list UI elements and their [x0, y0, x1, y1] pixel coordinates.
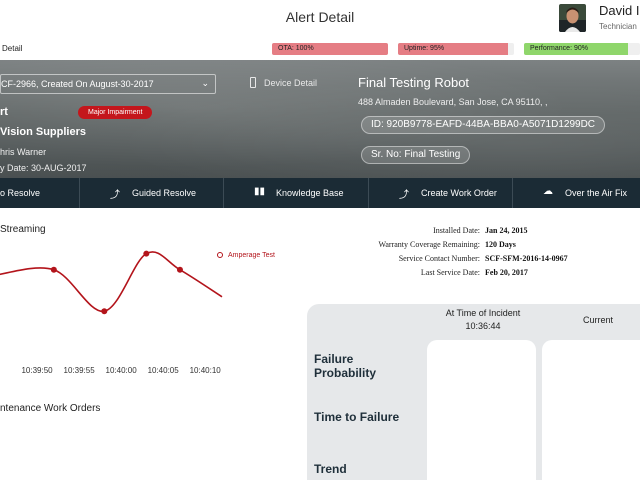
cloud-icon: ☁ [543, 186, 553, 197]
x-tick-label: 10:40:05 [148, 366, 180, 375]
user-role: Technician [599, 22, 637, 31]
kpi-uptime: Uptime: 95% [398, 43, 514, 55]
wrench-icon: ⤴ [399, 190, 409, 201]
page-title: Alert Detail [285, 9, 355, 25]
case-selector[interactable]: CF-2966, Created On August-30-2017 ⌄ [0, 74, 216, 94]
streaming-title: Streaming [0, 224, 46, 235]
details-key: Warranty Coverage Remaining: [378, 240, 480, 249]
guided-resolve-button[interactable]: ⤴ Guided Resolve [80, 178, 224, 208]
create-work-order-label: Create Work Order [421, 188, 497, 198]
data-point[interactable] [176, 266, 183, 273]
incident-values-card [427, 340, 536, 480]
user-name[interactable]: David I [599, 3, 639, 18]
over-the-air-fix-label: Over the Air Fix [565, 188, 628, 198]
device-id-pill: ID: 920B9778-EAFD-44BA-BBA0-A5071D1299DC [361, 116, 606, 134]
details-row: Service Contact Number: SCF-SFM-2016-14-… [330, 254, 630, 266]
details-row: Last Service Date: Feb 20, 2017 [330, 268, 630, 280]
case-selector-value: CF-2966, Created On August-30-2017 [1, 79, 154, 89]
device-detail-link[interactable]: Device Detail [250, 77, 317, 88]
kpi-ota: OTA: 100% [272, 43, 388, 55]
over-the-air-fix-button[interactable]: ☁ Over the Air Fix [513, 178, 640, 208]
details-key: Installed Date: [433, 226, 480, 235]
create-work-order-button[interactable]: ⤴ Create Work Order [369, 178, 513, 208]
series-line-amperage-test [0, 251, 223, 313]
metric-trend: Trend [314, 462, 347, 476]
severity-badge: Major Impairment [78, 106, 153, 119]
metric-time-to-failure: Time to Failure [314, 410, 400, 424]
details-key: Last Service Date: [420, 268, 480, 277]
incident-time-value: 10:36:44 [465, 321, 501, 331]
x-tick-label: 10:39:55 [64, 366, 96, 375]
kpi-strip: Detail OTA: 100% Uptime: 95% Performance… [0, 40, 640, 60]
data-point[interactable] [50, 266, 57, 273]
details-value: Jan 24, 2015 [485, 226, 528, 235]
details-value: SCF-SFM-2016-14-0967 [485, 254, 568, 263]
knowledge-base-button[interactable]: ▮▮ Knowledge Base [224, 178, 369, 208]
data-point[interactable] [101, 308, 108, 315]
details-value: 120 Days [485, 240, 516, 249]
top-header: Alert Detail David I Technician [0, 0, 640, 40]
due-date: y Date: 30-AUG-2017 [0, 163, 87, 173]
x-tick-label: 10:40:10 [190, 366, 222, 375]
current-values-card [542, 340, 640, 480]
details-row: Installed Date: Jan 24, 2015 [330, 226, 630, 238]
legend-label: Amperage Test [228, 252, 275, 259]
details-value: Feb 20, 2017 [485, 268, 528, 277]
alert-hero: CF-2966, Created On August-30-2017 ⌄ Dev… [0, 60, 640, 178]
resolve-button[interactable]: o Resolve [0, 178, 80, 208]
knowledge-base-label: Knowledge Base [276, 188, 344, 198]
device-detail-label: Device Detail [264, 78, 318, 88]
supplier-name: Vision Suppliers [0, 126, 86, 138]
current-header: Current [582, 315, 613, 325]
device-address: 488 Almaden Boulevard, San Jose, CA 9511… [358, 97, 548, 107]
resolve-label: o Resolve [0, 188, 41, 198]
detail-link[interactable]: Detail [2, 44, 22, 53]
guided-resolve-label: Guided Resolve [132, 188, 197, 198]
action-bar: o Resolve ⤴ Guided Resolve ▮▮ Knowledge … [0, 178, 640, 208]
details-row: Warranty Coverage Remaining: 120 Days [330, 240, 630, 252]
kpi-ota-label: OTA: 100% [278, 45, 314, 52]
x-tick-label: 10:40:00 [106, 366, 138, 375]
assigned-person: hris Warner [0, 147, 47, 157]
chevron-down-icon: ⌄ [201, 78, 209, 88]
serial-number-pill: Sr. No: Final Testing [361, 146, 471, 164]
details-key: Service Contact Number: [398, 254, 480, 263]
kpi-performance: Performance: 90% [524, 43, 640, 55]
kpi-uptime-label: Uptime: 95% [404, 45, 445, 52]
x-tick-label: 10:39:50 [21, 366, 53, 375]
phone-icon [250, 77, 256, 88]
amperage-line-chart: 10:39:50 10:39:55 10:40:00 10:40:05 10:40:10 [0, 250, 223, 375]
alert-name: rt [0, 106, 8, 118]
incident-time-label: At Time of Incident [445, 308, 521, 318]
incident-time-header: At Time of Incident 10:36:44 [428, 307, 538, 333]
data-point[interactable] [143, 250, 150, 257]
metric-failure-probability: Failure Probability [314, 352, 377, 380]
avatar[interactable] [559, 4, 586, 32]
maintenance-orders-title: ntenance Work Orders [0, 403, 101, 414]
hammer-icon: ⤴ [110, 190, 120, 201]
device-name: Final Testing Robot [358, 75, 470, 90]
book-icon: ▮▮ [254, 186, 266, 197]
kpi-performance-label: Performance: 90% [530, 45, 588, 52]
